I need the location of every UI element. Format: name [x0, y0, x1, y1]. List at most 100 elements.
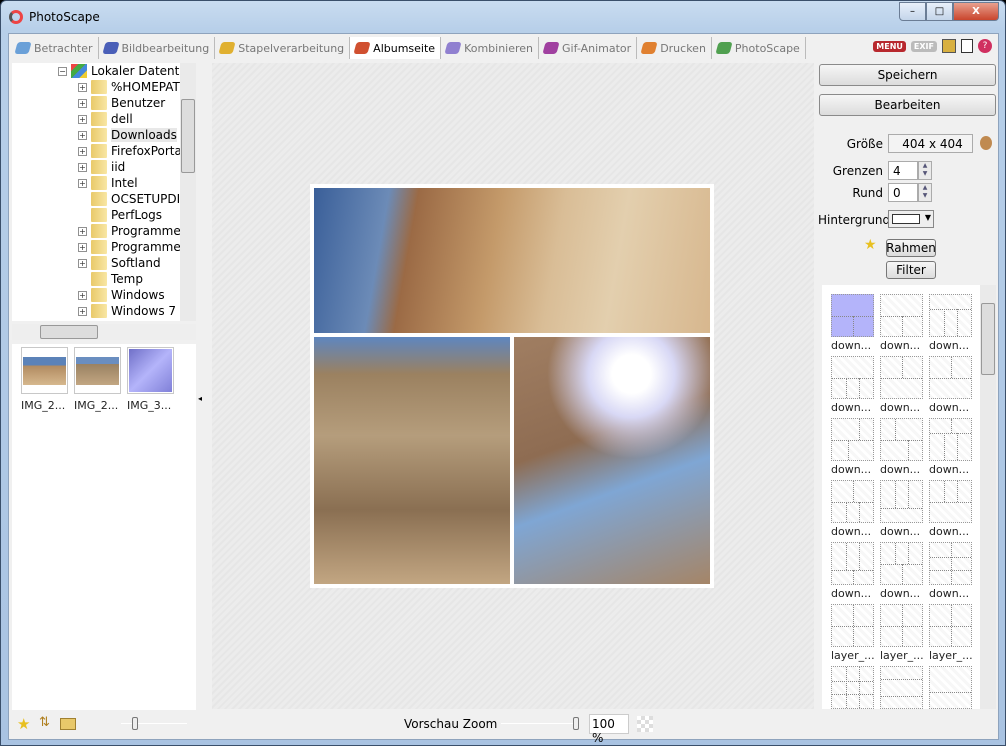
scroll-thumb[interactable] — [181, 99, 195, 173]
thumbnail-size-slider[interactable] — [121, 723, 187, 724]
thumbnail-size-knob[interactable] — [132, 717, 138, 730]
layout-thumbnail[interactable] — [831, 604, 874, 647]
tree-item-drive[interactable]: − Lokaler Datentr — [58, 63, 184, 79]
expand-icon[interactable]: + — [78, 178, 87, 188]
tab-bildbearbeitung[interactable]: Bildbearbeitung — [99, 37, 216, 59]
layout-thumbnail[interactable] — [880, 356, 923, 399]
layout-thumbnail[interactable] — [831, 542, 874, 585]
star-icon[interactable]: ★ — [864, 237, 877, 253]
round-input[interactable]: 0 — [888, 183, 918, 202]
borders-stepper[interactable]: ▲ ▼ — [918, 161, 932, 180]
preview-zoom-knob[interactable] — [573, 717, 579, 730]
tree-item[interactable]: + Windows — [78, 287, 165, 303]
tree-item[interactable]: + dell — [78, 111, 133, 127]
tree-item[interactable]: OCSETUPDI — [78, 191, 180, 207]
transparency-icon[interactable] — [637, 716, 653, 732]
minimize-button[interactable]: – — [899, 2, 926, 21]
scroll-thumb[interactable] — [40, 325, 98, 339]
edit-button[interactable]: Bearbeiten — [819, 94, 996, 116]
size-preset-icon[interactable] — [980, 136, 992, 150]
tab-stapelverarbeitung[interactable]: Stapelverarbeitung — [215, 37, 351, 59]
tab-drucken[interactable]: Drucken — [637, 37, 712, 59]
menu-button[interactable]: MENU — [873, 40, 906, 52]
tree-item[interactable]: + Benutzer — [78, 95, 165, 111]
layout-thumbnail[interactable] — [880, 480, 923, 523]
expand-icon[interactable]: + — [78, 162, 87, 172]
tab-betrachter[interactable]: Betrachter — [11, 37, 99, 59]
tree-horizontal-scrollbar[interactable] — [12, 324, 196, 340]
layout-thumbnail[interactable] — [880, 542, 923, 585]
tree-item[interactable]: + FirefoxPorta — [78, 143, 182, 159]
layout-thumbnail[interactable] — [831, 294, 874, 337]
photo-temple-gate[interactable] — [314, 337, 510, 584]
layout-thumbnail[interactable] — [929, 294, 972, 337]
layout-thumbnail[interactable] — [831, 666, 874, 709]
layout-thumbnail[interactable] — [831, 480, 874, 523]
close-button[interactable]: X — [953, 2, 999, 21]
expand-icon[interactable]: + — [78, 306, 87, 316]
open-folder-icon[interactable] — [60, 718, 76, 730]
copy-icon[interactable] — [961, 39, 973, 53]
tree-line[interactable] — [78, 274, 87, 284]
expand-icon[interactable]: + — [78, 146, 87, 156]
photo-columns-sun[interactable] — [514, 337, 710, 584]
tree-item[interactable]: + Downloads — [78, 127, 177, 143]
file-thumbnail[interactable] — [127, 347, 174, 394]
layout-thumbnail[interactable] — [831, 418, 874, 461]
tree-item[interactable]: + Windows 7 — [78, 303, 176, 319]
layout-thumbnail[interactable] — [880, 666, 923, 709]
layout-thumbnail[interactable] — [880, 418, 923, 461]
expand-icon[interactable]: + — [78, 290, 87, 300]
save-button[interactable]: Speichern — [819, 64, 996, 86]
exif-button[interactable]: EXIF — [910, 40, 937, 52]
tree-item[interactable]: + Programme — [78, 239, 181, 255]
layout-thumbnail[interactable] — [831, 356, 874, 399]
scroll-thumb[interactable] — [981, 303, 995, 375]
expand-icon[interactable]: + — [78, 114, 87, 124]
tree-item[interactable]: + iid — [78, 159, 125, 175]
layout-thumbnail[interactable] — [929, 666, 972, 709]
background-color-picker[interactable]: ▼ — [888, 210, 934, 228]
expand-icon[interactable]: + — [78, 98, 87, 108]
favorite-star-icon[interactable]: ★ — [17, 715, 30, 733]
tree-item[interactable]: Temp — [78, 271, 143, 287]
slideshow-icon[interactable] — [942, 39, 956, 53]
expand-icon[interactable]: + — [78, 258, 87, 268]
layout-thumbnail[interactable] — [929, 542, 972, 585]
tree-item[interactable]: PerfLogs — [78, 207, 162, 223]
tree-item-dvd-drive[interactable]: DVD-RW-Laufw — [78, 319, 184, 321]
tab-gif-animator[interactable]: Gif-Animator — [539, 37, 638, 59]
refresh-icon[interactable]: ⇅ — [39, 715, 50, 730]
frame-button[interactable]: Rahmen — [886, 239, 936, 257]
expand-icon[interactable]: + — [78, 82, 87, 92]
tree-item[interactable]: + Intel — [78, 175, 138, 191]
expand-icon[interactable]: + — [78, 226, 87, 236]
layout-thumbnail[interactable] — [929, 480, 972, 523]
tree-vertical-scrollbar[interactable] — [180, 63, 196, 321]
round-stepper[interactable]: ▲ ▼ — [918, 183, 932, 202]
filter-button[interactable]: Filter — [886, 261, 936, 279]
tab-kombinieren[interactable]: Kombinieren — [441, 37, 540, 59]
tree-item[interactable]: + Softland — [78, 255, 161, 271]
help-icon[interactable]: ? — [978, 39, 992, 53]
expand-icon[interactable]: + — [78, 130, 87, 140]
expand-icon[interactable]: + — [78, 242, 87, 252]
layout-thumbnail[interactable] — [880, 294, 923, 337]
tree-line[interactable] — [78, 194, 87, 204]
tree-line[interactable] — [78, 210, 87, 220]
tab-albumseite[interactable]: Albumseite — [350, 37, 442, 59]
tree-item[interactable]: + Programme — [78, 223, 181, 239]
borders-input[interactable]: 4 — [888, 161, 918, 180]
photo-statue[interactable] — [314, 188, 710, 333]
layout-thumbnail[interactable] — [929, 356, 972, 399]
file-thumbnail[interactable] — [74, 347, 121, 394]
tab-photoscape[interactable]: PhotoScape — [712, 37, 806, 59]
layout-thumbnail[interactable] — [880, 604, 923, 647]
preview-zoom-slider[interactable] — [501, 723, 579, 724]
layout-thumbnail[interactable] — [929, 604, 972, 647]
collapse-icon[interactable]: − — [58, 66, 67, 76]
album-page[interactable] — [310, 184, 714, 588]
layout-scrollbar[interactable] — [980, 285, 996, 709]
collapse-arrow-icon[interactable]: ◂ — [198, 394, 202, 403]
maximize-button[interactable]: □ — [926, 2, 953, 21]
